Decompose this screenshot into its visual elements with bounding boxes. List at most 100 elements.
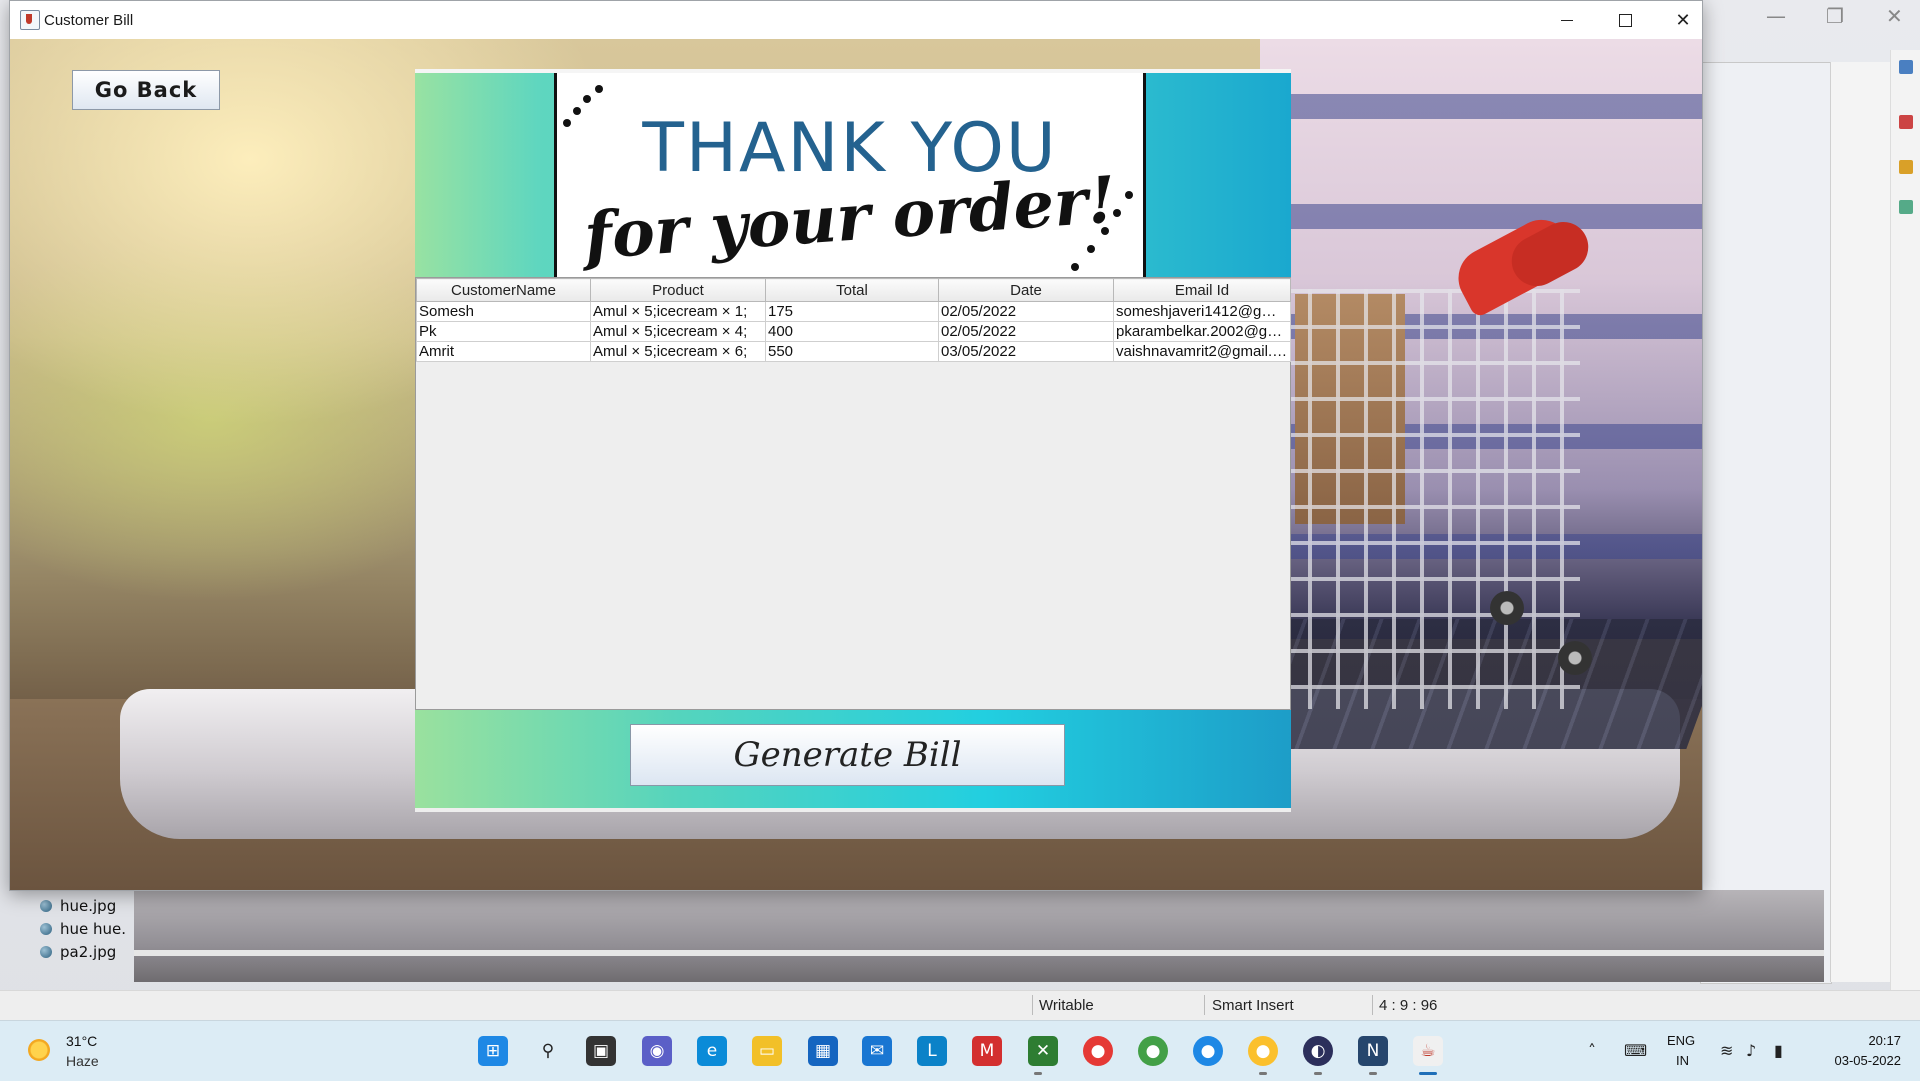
chrome-profile-icon[interactable]: ● <box>1138 1036 1168 1066</box>
volume-muted-icon[interactable]: ♪ <box>1746 1041 1756 1060</box>
store-icon[interactable]: ▦ <box>808 1036 838 1066</box>
running-indicator <box>1259 1072 1267 1075</box>
background-minimize-icon[interactable]: — <box>1766 4 1786 28</box>
table-row[interactable]: Amrit Amul × 5;icecream × 6; 550 03/05/2… <box>416 341 1291 362</box>
file-item[interactable]: hue hue. <box>40 917 126 940</box>
netbeans-icon[interactable]: N <box>1358 1036 1388 1066</box>
problems-icon[interactable] <box>1899 115 1913 129</box>
xbox-icon[interactable]: ✕ <box>1028 1036 1058 1066</box>
cell-total[interactable]: 175 <box>765 301 939 322</box>
thank-you-banner: THANK YOU for your order! <box>415 73 1291 277</box>
thank-you-card: THANK YOU for your order! <box>554 73 1146 277</box>
cell-email[interactable]: pkarambelkar.2002@gm... <box>1113 321 1291 342</box>
table-row[interactable]: Somesh Amul × 5;icecream × 1; 175 02/05/… <box>416 301 1291 322</box>
wifi-icon[interactable]: ≋ <box>1720 1041 1733 1060</box>
java-app-icon <box>20 10 40 30</box>
background-photo-wheel <box>1490 591 1524 625</box>
background-photo-wheel <box>1558 641 1592 675</box>
weather-condition[interactable]: Haze <box>66 1053 99 1069</box>
status-writable: Writable <box>1039 997 1094 1014</box>
column-header[interactable]: Total <box>765 278 939 302</box>
window-title: Customer Bill <box>44 12 134 29</box>
cell-customer-name[interactable]: Somesh <box>416 301 591 322</box>
cell-total[interactable]: 400 <box>765 321 939 342</box>
file-item[interactable]: hue.jpg <box>40 894 126 917</box>
close-button[interactable]: ✕ <box>1654 1 1712 39</box>
maximize-button[interactable] <box>1596 1 1654 39</box>
java-icon[interactable]: ☕ <box>1413 1036 1443 1066</box>
file-item[interactable]: pa2.jpg <box>40 940 126 963</box>
column-header[interactable]: Date <box>938 278 1114 302</box>
cell-customer-name[interactable]: Amrit <box>416 341 591 362</box>
minimize-icon <box>1561 19 1573 21</box>
image-file-icon <box>40 922 52 935</box>
task-view-icon[interactable]: ▣ <box>586 1036 616 1066</box>
cell-email[interactable]: vaishnavamrit2@gmail.c... <box>1113 341 1291 362</box>
file-explorer-icon[interactable]: ▭ <box>752 1036 782 1066</box>
background-photo-cart <box>1280 289 1580 709</box>
battery-icon[interactable]: ▮ <box>1774 1041 1783 1060</box>
background-image-strip <box>134 890 1824 982</box>
generate-bill-button[interactable]: Generate Bill <box>630 724 1065 786</box>
decor-dot <box>583 95 591 103</box>
file-label: hue.jpg <box>60 896 117 915</box>
status-cursor-position: 4 : 9 : 96 <box>1379 997 1438 1014</box>
chrome-profile-icon[interactable]: ● <box>1193 1036 1223 1066</box>
console-icon[interactable] <box>1899 200 1913 214</box>
cell-total[interactable]: 550 <box>765 341 939 362</box>
cell-email[interactable]: someshjaveri1412@gmai... <box>1113 301 1291 322</box>
perspective-icon[interactable] <box>1899 60 1913 74</box>
running-indicator <box>1314 1072 1322 1075</box>
chat-icon[interactable]: ◉ <box>642 1036 672 1066</box>
tasks-icon[interactable] <box>1899 160 1913 174</box>
cell-date[interactable]: 02/05/2022 <box>938 301 1114 322</box>
package-explorer-list: hue.jpg hue hue. pa2.jpg <box>40 894 126 963</box>
background-restore-icon[interactable]: ❐ <box>1826 4 1844 28</box>
cell-date[interactable]: 03/05/2022 <box>938 341 1114 362</box>
tray-chevron-icon[interactable]: ˄ <box>1588 1041 1596 1060</box>
eclipse-icon[interactable]: ◐ <box>1303 1036 1333 1066</box>
cell-product[interactable]: Amul × 5;icecream × 6; <box>590 341 766 362</box>
region-indicator[interactable]: IN <box>1676 1053 1689 1068</box>
decor-dot <box>1071 263 1079 271</box>
chrome-icon[interactable]: ● <box>1083 1036 1113 1066</box>
minimize-button[interactable] <box>1538 1 1596 39</box>
cell-customer-name[interactable]: Pk <box>416 321 591 342</box>
maximize-icon <box>1618 13 1632 27</box>
chrome-profile-icon[interactable]: ● <box>1248 1036 1278 1066</box>
bill-table[interactable]: CustomerName Product Total Date Email Id… <box>416 278 1291 362</box>
cell-product[interactable]: Amul × 5;icecream × 1; <box>590 301 766 322</box>
language-indicator[interactable]: ENG <box>1667 1033 1695 1048</box>
status-divider <box>1032 995 1033 1015</box>
background-titlebar: — ❐ ✕ <box>1700 0 1920 34</box>
cell-date[interactable]: 02/05/2022 <box>938 321 1114 342</box>
start-icon[interactable]: ⊞ <box>478 1036 508 1066</box>
column-header[interactable]: CustomerName <box>416 278 591 302</box>
go-back-button[interactable]: Go Back <box>72 70 220 110</box>
file-label: hue hue. <box>60 919 127 938</box>
status-divider <box>1372 995 1373 1015</box>
clock-time[interactable]: 20:17 <box>1845 1033 1901 1048</box>
clock-date[interactable]: 03-05-2022 <box>1818 1053 1902 1068</box>
background-close-icon[interactable]: ✕ <box>1886 4 1903 28</box>
image-file-icon <box>40 899 52 912</box>
customer-bill-window: Customer Bill ✕ Go Back THANK YOU for yo… <box>9 0 1703 891</box>
keyboard-icon[interactable]: ⌨ <box>1624 1041 1647 1060</box>
table-row[interactable]: Pk Amul × 5;icecream × 4; 400 02/05/2022… <box>416 321 1291 342</box>
edge-icon[interactable]: e <box>697 1036 727 1066</box>
background-outline-panel <box>1830 62 1891 982</box>
status-insert-mode: Smart Insert <box>1212 997 1294 1014</box>
column-header[interactable]: Product <box>590 278 766 302</box>
image-file-icon <box>40 945 52 958</box>
search-icon[interactable]: ⚲ <box>533 1036 563 1066</box>
cell-product[interactable]: Amul × 5;icecream × 4; <box>590 321 766 342</box>
editor-status-bar: Writable Smart Insert 4 : 9 : 96 <box>0 990 1920 1021</box>
learning-app-icon[interactable]: L <box>917 1036 947 1066</box>
bill-table-scrollpane[interactable]: CustomerName Product Total Date Email Id… <box>415 277 1291 710</box>
column-header[interactable]: Email Id <box>1113 278 1291 302</box>
window-content: Go Back THANK YOU for your order! Custom… <box>10 39 1702 890</box>
weather-temperature[interactable]: 31°C <box>66 1033 97 1049</box>
mail-icon[interactable]: ✉ <box>862 1036 892 1066</box>
weather-sun-icon[interactable] <box>28 1039 50 1061</box>
mcafee-icon[interactable]: M <box>972 1036 1002 1066</box>
